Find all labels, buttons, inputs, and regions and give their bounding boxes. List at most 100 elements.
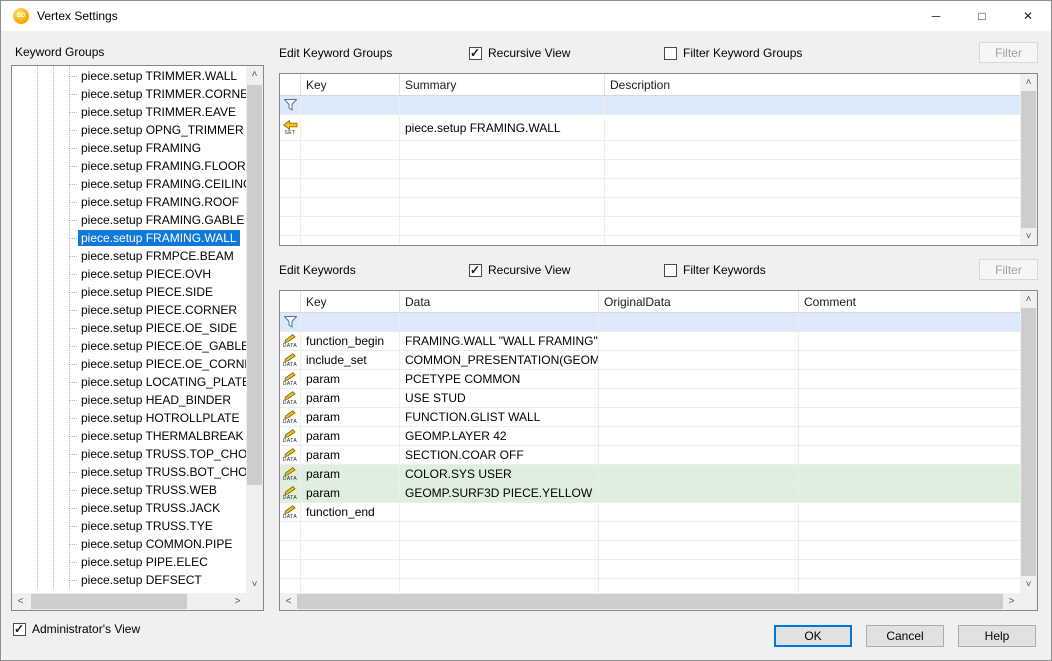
scroll-thumb[interactable]: [247, 85, 262, 485]
table-row[interactable]: DATAinclude_setCOMMON_PRESENTATION(GEOMP…: [280, 351, 1020, 370]
table-row[interactable]: [280, 313, 1020, 332]
tree-item[interactable]: piece.setup TRUSS.JACK: [12, 499, 246, 517]
tree-item[interactable]: piece.setup TRIMMER.CORNER: [12, 85, 246, 103]
tree-horizontal-scrollbar[interactable]: ˂ ˃: [12, 593, 246, 610]
table-grid: KeyDataOriginalDataComment DATAfunction_…: [280, 291, 1020, 593]
scroll-left-icon[interactable]: ˂: [12, 593, 29, 610]
tree-item[interactable]: piece.setup TRUSS.BOT_CHORD: [12, 463, 246, 481]
checkbox-box[interactable]: [664, 264, 677, 277]
tree-item[interactable]: piece.setup OPNG_TRIMMER: [12, 121, 246, 139]
cell-key: [301, 217, 400, 235]
tree-item-label: piece.setup TRUSS.WEB: [78, 482, 220, 498]
tree-item[interactable]: piece.setup FRAMING.ROOF: [12, 193, 246, 211]
minimize-icon[interactable]: ─: [913, 1, 959, 31]
tree-item[interactable]: piece.setup TRIMMER.WALL: [12, 67, 246, 85]
table-row[interactable]: DATAparamGEOMP.LAYER 42: [280, 427, 1020, 446]
tree-item[interactable]: piece.setup FRAMING.CEILING: [12, 175, 246, 193]
tree-item[interactable]: piece.setup FRAMING.WALL: [12, 229, 246, 247]
ok-button[interactable]: OK: [774, 625, 852, 647]
cell-original_data: [599, 541, 799, 559]
recursive-view-keywords-checkbox[interactable]: Recursive View: [469, 262, 570, 278]
cell-data: PCETYPE COMMON: [400, 370, 599, 388]
column-header[interactable]: Data: [400, 291, 599, 312]
table-vertical-scrollbar[interactable]: ˄ ˅: [1020, 291, 1037, 593]
table-row[interactable]: DATAparamCOLOR.SYS USER: [280, 465, 1020, 484]
tree-item[interactable]: piece.setup PIECE.OE_CORNER: [12, 355, 246, 373]
scroll-thumb[interactable]: [297, 594, 1003, 609]
scroll-right-icon[interactable]: ˃: [229, 593, 246, 610]
tree-item[interactable]: piece.setup LOCATING_PLATE: [12, 373, 246, 391]
checkbox-box[interactable]: [469, 47, 482, 60]
cell-data: [400, 579, 599, 593]
checkbox-label: Filter Keywords: [683, 263, 766, 277]
scroll-up-icon[interactable]: ˄: [1020, 74, 1037, 91]
checkbox-box[interactable]: [469, 264, 482, 277]
tree-item[interactable]: piece.setup TRUSS.TOP_CHORD: [12, 445, 246, 463]
scroll-up-icon[interactable]: ˄: [246, 66, 263, 83]
tree-item[interactable]: piece.setup PIECE.OE_SIDE: [12, 319, 246, 337]
scroll-up-icon[interactable]: ˄: [1020, 291, 1037, 308]
table-horizontal-scrollbar[interactable]: ˂ ˃: [280, 593, 1020, 610]
cell-original_data: [599, 560, 799, 578]
tree-vertical-scrollbar[interactable]: ˄ ˅: [246, 66, 263, 593]
scroll-down-icon[interactable]: ˅: [246, 576, 263, 593]
table-row[interactable]: DATAfunction_beginFRAMING.WALL "WALL FRA…: [280, 332, 1020, 351]
recursive-view-groups-checkbox[interactable]: Recursive View: [469, 45, 570, 61]
scroll-down-icon[interactable]: ˅: [1020, 576, 1037, 593]
tree-item[interactable]: piece.setup PIECE.SIDE: [12, 283, 246, 301]
filter-keywords-button[interactable]: Filter: [979, 259, 1038, 280]
tree-item-label: piece.setup TRIMMER.WALL: [78, 68, 240, 84]
checkbox-box[interactable]: [664, 47, 677, 60]
tree-item[interactable]: piece.setup DEFSECT: [12, 571, 246, 589]
table-row[interactable]: DATAparamPCETYPE COMMON: [280, 370, 1020, 389]
column-header[interactable]: Description: [605, 74, 1020, 95]
tree-item[interactable]: piece.setup PIECE.CORNER: [12, 301, 246, 319]
cancel-button[interactable]: Cancel: [866, 625, 944, 647]
checkbox-box[interactable]: [13, 623, 26, 636]
tree-item[interactable]: piece.setup FRAMING: [12, 139, 246, 157]
tree-item[interactable]: piece.setup FRAMING.FLOOR: [12, 157, 246, 175]
tree-item[interactable]: piece.setup HEAD_BINDER: [12, 391, 246, 409]
tree-item[interactable]: piece.setup TRUSS.WEB: [12, 481, 246, 499]
tree-item[interactable]: piece.setup HOTROLLPLATE: [12, 409, 246, 427]
scroll-thumb[interactable]: [1021, 308, 1036, 576]
tree-item[interactable]: piece.setup COMMON.PIPE: [12, 535, 246, 553]
close-icon[interactable]: ✕: [1005, 1, 1051, 31]
cell-key: [301, 560, 400, 578]
tree-item[interactable]: piece.setup TRIMMER.EAVE: [12, 103, 246, 121]
maximize-icon[interactable]: □: [959, 1, 1005, 31]
column-header[interactable]: Key: [301, 291, 400, 312]
scroll-thumb[interactable]: [1021, 91, 1036, 228]
tree-item[interactable]: piece.setup THERMALBREAK: [12, 427, 246, 445]
scroll-thumb[interactable]: [31, 594, 187, 609]
tree-item[interactable]: piece.setup PIPE.ELEC: [12, 553, 246, 571]
tree-item[interactable]: piece.setup FRMPCE.BEAM: [12, 247, 246, 265]
tree-item[interactable]: piece.setup PIECE.OVH: [12, 265, 246, 283]
tree-item[interactable]: piece.setup TRUSS.TYE: [12, 517, 246, 535]
column-header[interactable]: Comment: [799, 291, 1020, 312]
cell-key: param: [301, 465, 400, 483]
filter-keyword-groups-checkbox[interactable]: Filter Keyword Groups: [664, 45, 802, 61]
column-header[interactable]: Key: [301, 74, 400, 95]
scroll-down-icon[interactable]: ˅: [1020, 228, 1037, 245]
scroll-right-icon[interactable]: ˃: [1003, 593, 1020, 610]
table-row[interactable]: DATAfunction_end: [280, 503, 1020, 522]
administrators-view-checkbox[interactable]: Administrator's View: [13, 621, 140, 637]
table-row[interactable]: DATAparamUSE STUD: [280, 389, 1020, 408]
help-button[interactable]: Help: [958, 625, 1036, 647]
column-header[interactable]: Summary: [400, 74, 605, 95]
column-header[interactable]: OriginalData: [599, 291, 799, 312]
titlebar: BD Vertex Settings ─ □ ✕: [1, 1, 1051, 31]
data-icon: DATA: [280, 427, 301, 445]
table-row[interactable]: SETpiece.setup FRAMING.WALL: [280, 115, 1020, 141]
table-vertical-scrollbar[interactable]: ˄ ˅: [1020, 74, 1037, 245]
table-row[interactable]: DATAparamFUNCTION.GLIST WALL: [280, 408, 1020, 427]
filter-keywords-checkbox[interactable]: Filter Keywords: [664, 262, 766, 278]
tree-item[interactable]: piece.setup PIECE.OE_GABLE: [12, 337, 246, 355]
table-row[interactable]: [280, 96, 1020, 115]
tree-item[interactable]: piece.setup FRAMING.GABLE: [12, 211, 246, 229]
scroll-left-icon[interactable]: ˂: [280, 593, 297, 610]
filter-groups-button[interactable]: Filter: [979, 42, 1038, 63]
table-row[interactable]: DATAparamSECTION.COAR OFF: [280, 446, 1020, 465]
table-row[interactable]: DATAparamGEOMP.SURF3D PIECE.YELLOW: [280, 484, 1020, 503]
